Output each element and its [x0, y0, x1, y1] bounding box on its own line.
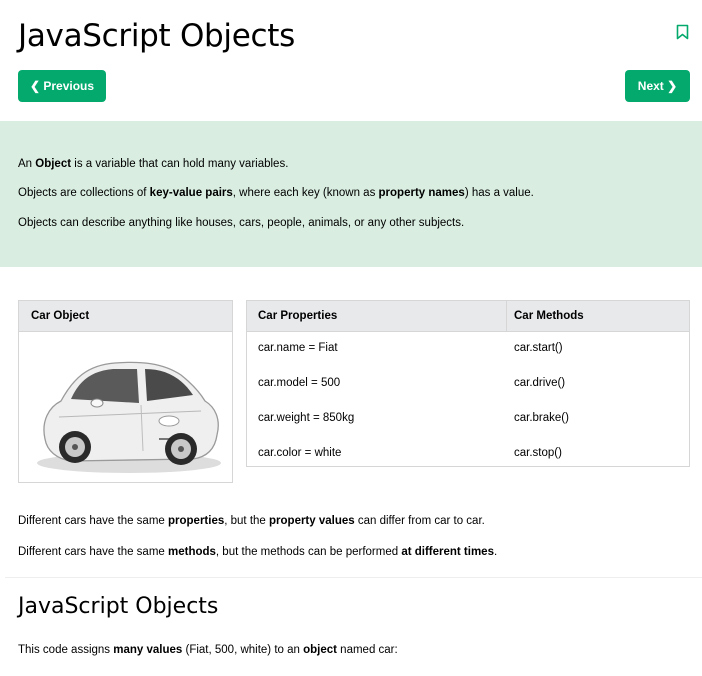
- note-methods: Different cars have the same methods, bu…: [18, 546, 498, 558]
- table-row: car.model = 500 car.drive(): [247, 366, 689, 401]
- car-properties-table: Car Properties Car Methods car.name = Fi…: [246, 300, 690, 467]
- page: JavaScript Objects ❮ Previous Next ❯ An …: [0, 0, 702, 676]
- intro-line-1: An Object is a variable that can hold ma…: [18, 158, 289, 170]
- section-divider: [5, 577, 702, 578]
- property-cell: car.name = Fiat: [258, 342, 338, 354]
- method-cell: car.drive(): [514, 377, 566, 389]
- header-car-methods: Car Methods: [514, 310, 584, 322]
- car-object-header: Car Object: [19, 301, 232, 332]
- method-cell: car.stop(): [514, 447, 562, 459]
- property-cell: car.color = white: [258, 447, 342, 459]
- bookmark-icon[interactable]: [676, 24, 689, 40]
- next-button[interactable]: Next ❯: [625, 70, 690, 102]
- intro-line-2: Objects are collections of key-value pai…: [18, 187, 534, 199]
- table-row: car.weight = 850kg car.brake(): [247, 401, 689, 436]
- table-row: car.color = white car.stop(): [247, 436, 689, 471]
- car-object-card: Car Object: [18, 300, 233, 483]
- property-cell: car.model = 500: [258, 377, 341, 389]
- header-car-properties: Car Properties: [258, 310, 338, 322]
- code-intro-text: This code assigns many values (Fiat, 500…: [18, 644, 398, 656]
- method-cell: car.brake(): [514, 412, 569, 424]
- previous-button[interactable]: ❮ Previous: [18, 70, 106, 102]
- intro-panel: An Object is a variable that can hold ma…: [0, 121, 702, 267]
- section-title: JavaScript Objects: [18, 594, 219, 619]
- note-properties: Different cars have the same properties,…: [18, 515, 485, 527]
- property-cell: car.weight = 850kg: [258, 412, 355, 424]
- intro-line-3: Objects can describe anything like house…: [18, 217, 465, 229]
- table-header: Car Properties Car Methods: [247, 301, 689, 332]
- car-image: [37, 361, 221, 473]
- method-cell: car.start(): [514, 342, 563, 354]
- table-row: car.name = Fiat car.start(): [247, 331, 689, 366]
- page-title: JavaScript Objects: [18, 18, 295, 54]
